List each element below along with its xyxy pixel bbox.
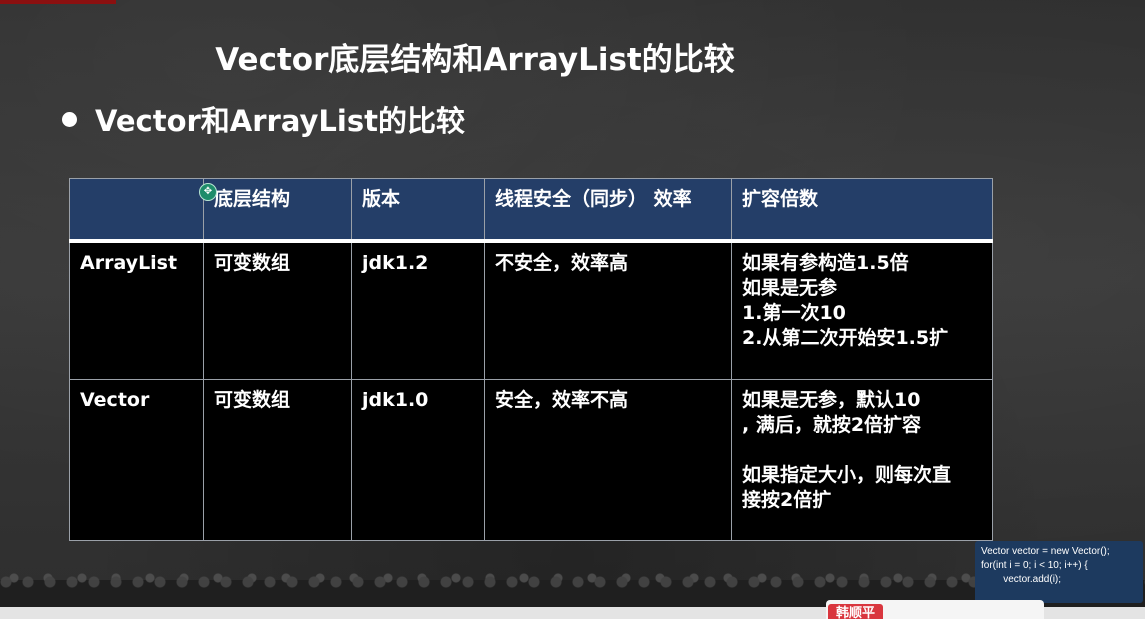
chalk-tray-edge — [0, 572, 1145, 592]
growth-line: 如果是无参 — [742, 277, 838, 299]
row-thread-safety-cell: 不安全，效率高 — [484, 240, 732, 380]
code-line: vector.add(i); — [981, 574, 1062, 585]
row-growth-cell: 如果是无参，默认10 , 满后，就按2倍扩容 如果指定大小，则每次直 接按2倍扩 — [731, 379, 993, 541]
header-cell-empty — [69, 178, 204, 242]
growth-line: 2.从第二次开始安1.5扩 — [742, 327, 949, 349]
row-version-cell: jdk1.2 — [351, 240, 485, 380]
row-growth-cell: 如果有参构造1.5倍 如果是无参 1.第一次10 2.从第二次开始安1.5扩 — [731, 240, 993, 380]
comparison-table: 底层结构 版本 线程安全（同步） 效率 扩容倍数 ArrayList 可变数组 … — [69, 178, 993, 541]
growth-line: 1.第一次10 — [742, 302, 846, 324]
row-version-cell: jdk1.0 — [351, 379, 485, 541]
growth-line: 如果是无参，默认10 — [742, 389, 921, 411]
growth-line — [742, 438, 982, 463]
table-row: ArrayList 可变数组 jdk1.2 不安全，效率高 如果有参构造1.5倍… — [69, 240, 993, 380]
header-cell-growth: 扩容倍数 — [731, 178, 993, 242]
header-cell-thread-safety: 线程安全（同步） 效率 — [484, 178, 732, 242]
red-corner-mark — [0, 0, 116, 4]
slide-title: Vector底层结构和ArrayList的比较 — [215, 42, 735, 78]
growth-line: , 满后，就按2倍扩容 — [742, 414, 922, 436]
bullet-dot-icon — [62, 111, 77, 127]
presenter-badge[interactable]: 韩顺平 — [828, 604, 884, 619]
header-cell-version: 版本 — [351, 178, 485, 242]
move-cursor-icon: ✥ — [199, 183, 217, 201]
code-line: Vector vector = new Vector(); — [981, 546, 1110, 557]
row-name-cell: ArrayList — [69, 240, 204, 380]
row-structure-cell: 可变数组 — [203, 240, 352, 380]
row-structure-cell: 可变数组 — [203, 379, 352, 541]
row-thread-safety-cell: 安全，效率不高 — [484, 379, 732, 541]
header-cell-structure: 底层结构 — [203, 178, 352, 242]
table-row: Vector 可变数组 jdk1.0 安全，效率不高 如果是无参，默认10 , … — [69, 379, 993, 541]
code-popup: Vector vector = new Vector(); for(int i … — [975, 541, 1143, 603]
code-line: for(int i = 0; i < 10; i++) { — [981, 560, 1088, 571]
bullet-heading: Vector和ArrayList的比较 — [62, 98, 465, 140]
growth-line: 接按2倍扩 — [742, 489, 832, 511]
growth-line: 如果有参构造1.5倍 — [742, 252, 909, 274]
bullet-text: Vector和ArrayList的比较 — [95, 104, 465, 138]
growth-line: 如果指定大小，则每次直 — [742, 464, 952, 486]
row-name-cell: Vector — [69, 379, 204, 541]
